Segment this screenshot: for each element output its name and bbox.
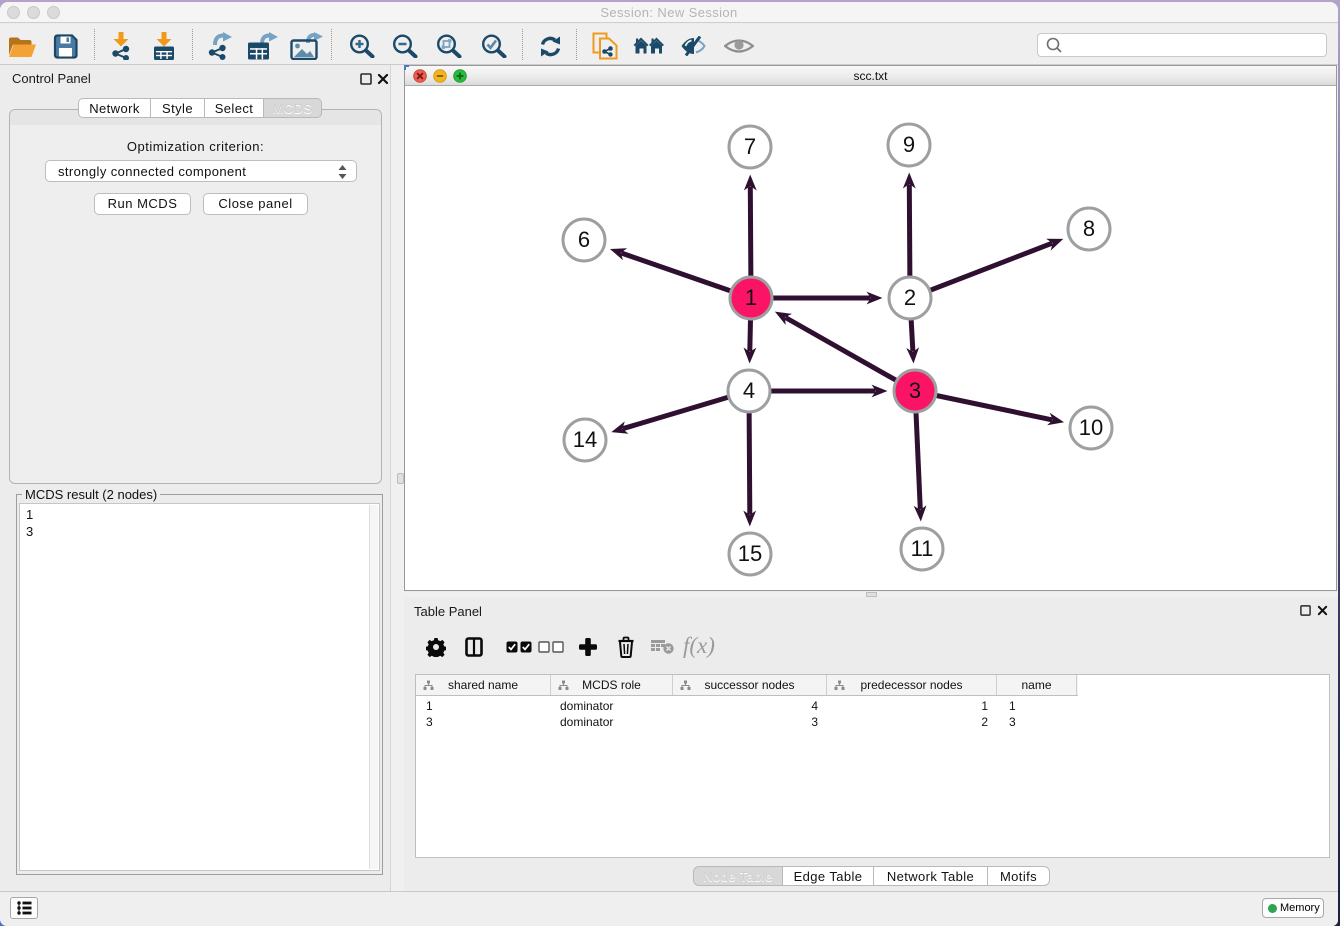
svg-text:9: 9	[903, 132, 915, 157]
svg-text:10: 10	[1079, 415, 1103, 440]
svg-text:2: 2	[904, 285, 916, 310]
svg-text:11: 11	[911, 536, 934, 561]
svg-text:15: 15	[738, 541, 762, 566]
svg-text:1: 1	[745, 285, 757, 310]
svg-text:6: 6	[578, 227, 590, 252]
svg-text:3: 3	[909, 378, 921, 403]
svg-text:8: 8	[1083, 216, 1095, 241]
svg-text:4: 4	[743, 378, 755, 403]
svg-text:14: 14	[573, 427, 597, 452]
svg-text:7: 7	[744, 134, 756, 159]
